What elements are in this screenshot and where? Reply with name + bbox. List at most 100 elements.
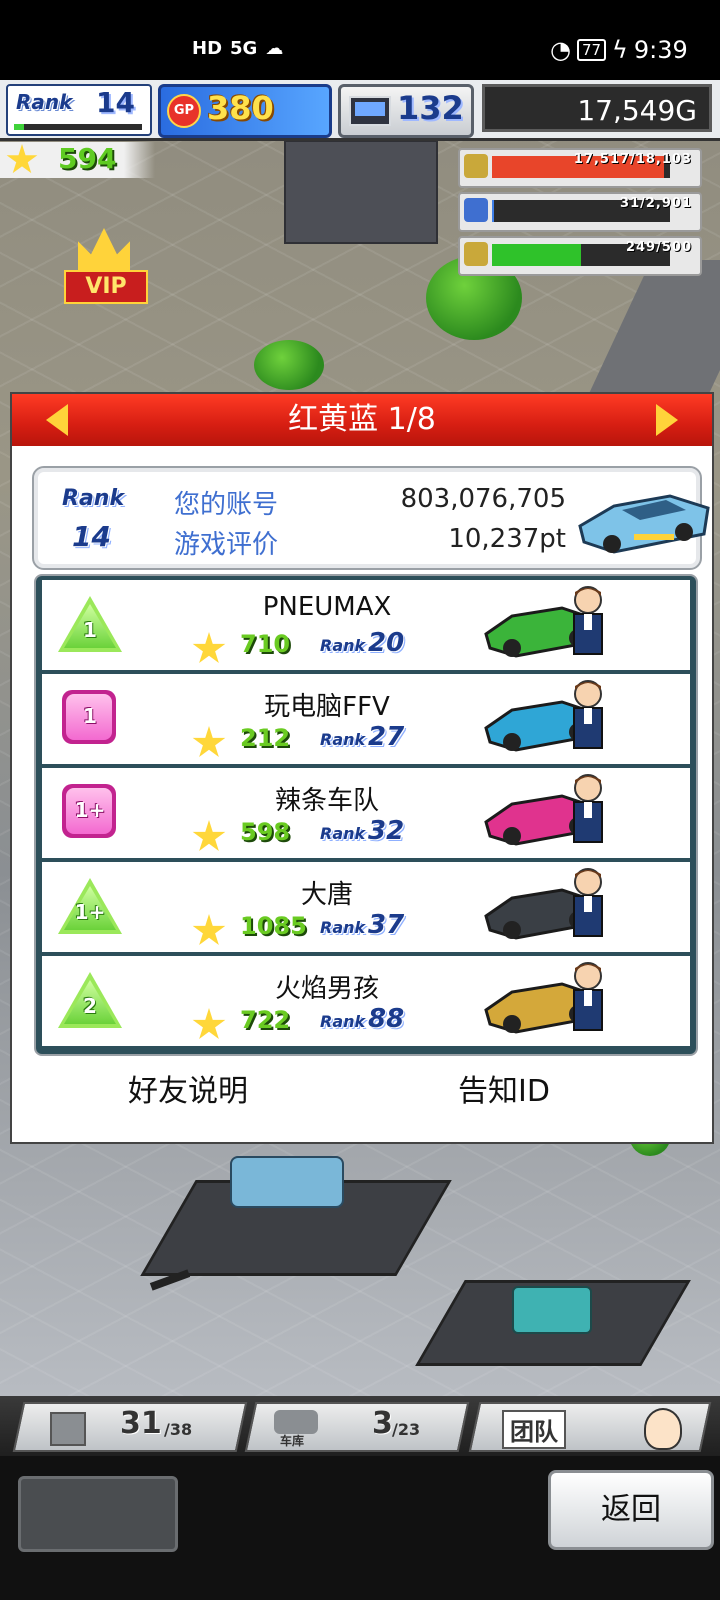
tab-garage-value: 3	[372, 1406, 393, 1441]
gp-value: 380	[207, 89, 274, 127]
rating-label: 游戏评价	[174, 530, 279, 560]
dialog-header: 红黄蓝 1/8	[12, 394, 712, 446]
friend-row[interactable]: 1+ 辣条车队 598 Rank 32	[42, 768, 690, 858]
level-badge-text: 2	[83, 994, 97, 1018]
my-car-icon	[578, 494, 710, 554]
friend-help-button[interactable]: 好友说明	[128, 1066, 248, 1110]
friend-rank-label: Rank	[320, 636, 366, 655]
vip-button[interactable]: VIP	[64, 228, 148, 304]
fuel-text: 31/2,901	[620, 196, 692, 211]
level-badge-text: 1	[83, 618, 97, 642]
rank-progress	[14, 124, 142, 130]
friend-row[interactable]: 1 PNEUMAX 710 Rank 20	[42, 580, 690, 670]
friend-rank-label: Rank	[320, 1012, 366, 1031]
bottom-tab-bar: 31 /38 车库 3 /23 团队	[0, 1396, 720, 1456]
empty-slot[interactable]	[18, 1476, 178, 1552]
bottom-panel: 返回	[0, 1456, 720, 1600]
level-badge-text: 1+	[74, 900, 106, 924]
next-page-arrow-icon[interactable]	[656, 404, 678, 436]
garage-car-icon	[274, 1410, 318, 1434]
signal-icon: 5G	[230, 38, 258, 59]
tab-garage[interactable]: 车库 3 /23	[244, 1402, 470, 1452]
friend-driver-icon	[573, 962, 603, 1031]
kart	[512, 1286, 592, 1334]
resource-fuel: 31/2,901	[458, 192, 702, 232]
speed-icon: ◔	[550, 36, 571, 64]
friend-name: 玩电脑FFV	[264, 692, 390, 722]
friend-driver-icon	[573, 774, 603, 843]
money-display[interactable]: 17,549G	[482, 84, 712, 132]
clock: 9:39	[633, 36, 688, 64]
level-badge-text: 1	[83, 704, 97, 728]
friends-list[interactable]: 1 PNEUMAX 710 Rank 20 1 玩电脑FFV 212 Rank 27 1+ 辣条车队 5…	[34, 574, 698, 1056]
rating-value: 10,237pt	[448, 524, 566, 554]
friend-row[interactable]: 1+ 大唐 1085 Rank 37	[42, 862, 690, 952]
friend-name: 火焰男孩	[274, 974, 379, 1004]
friend-rank-value: 20	[368, 628, 405, 658]
charging-icon: ϟ	[612, 36, 628, 64]
pc-value: 132	[397, 89, 464, 127]
my-rank-value: 14	[72, 520, 111, 553]
gp-counter[interactable]: GP 380	[158, 84, 332, 138]
friend-rank-label: Rank	[320, 824, 366, 843]
gp-icon: GP	[167, 94, 201, 128]
computer-icon	[349, 96, 391, 126]
friend-stars: 722	[240, 1006, 291, 1034]
account-label: 您的账号	[174, 490, 279, 520]
resource-coins: 17,517/18,103	[458, 148, 702, 188]
crate-icon	[50, 1412, 86, 1446]
friend-stars: 598	[240, 818, 291, 846]
star-icon	[192, 820, 226, 851]
notify-id-button[interactable]: 告知ID	[458, 1066, 550, 1110]
dialog-title: 红黄蓝 1/8	[288, 402, 436, 437]
coins-text: 17,517/18,103	[573, 152, 692, 167]
top-hud: Rank 14 GP 380 132 17,549G	[0, 80, 720, 141]
friend-rank-value: 88	[368, 1004, 405, 1034]
friend-row[interactable]: 2 火焰男孩 722 Rank 88	[42, 956, 690, 1046]
star-icon	[192, 914, 226, 945]
friend-row[interactable]: 1 玩电脑FFV 212 Rank 27	[42, 674, 690, 764]
network-indicators: HD 5G ☁	[192, 38, 283, 59]
rank-value: 14	[96, 86, 135, 119]
friend-stars: 1085	[240, 912, 307, 940]
friend-rank-label: Rank	[320, 918, 366, 937]
tab-parts[interactable]: 31 /38	[12, 1402, 248, 1452]
friend-stars: 710	[240, 630, 291, 658]
research-icon	[464, 242, 488, 266]
tab-team[interactable]: 团队	[468, 1402, 712, 1452]
friend-rank-value: 32	[368, 816, 405, 846]
vip-label: VIP	[64, 270, 148, 304]
fuel-icon	[464, 198, 488, 222]
friend-rank-label: Rank	[320, 730, 366, 749]
system-indicators: ◔ 77 ϟ 9:39	[550, 36, 688, 64]
stars-counter: 594	[0, 142, 155, 178]
friend-driver-icon	[573, 868, 603, 937]
rank-label: Rank	[16, 90, 73, 114]
level-badge-text: 1+	[74, 798, 106, 822]
friends-dialog: 红黄蓝 1/8 Rank 14 您的账号 803,076,705 游戏评价 10…	[10, 392, 714, 1144]
building-roof	[284, 140, 438, 244]
friend-name: 大唐	[300, 880, 353, 910]
tab-parts-max: /38	[164, 1420, 193, 1439]
coins-icon	[464, 154, 488, 178]
tab-parts-value: 31	[120, 1406, 162, 1441]
friend-name: 辣条车队	[274, 786, 379, 816]
star-icon	[6, 144, 38, 174]
friend-driver-icon	[573, 680, 603, 749]
stars-value: 594	[58, 142, 117, 175]
resource-research: 249/500	[458, 236, 702, 276]
research-text: 249/500	[625, 240, 692, 255]
pc-counter[interactable]: 132	[338, 84, 474, 138]
previous-page-arrow-icon[interactable]	[46, 404, 68, 436]
wechat-icon: ☁	[265, 38, 284, 59]
account-value: 803,076,705	[400, 484, 566, 514]
player-rank[interactable]: Rank 14	[6, 84, 152, 136]
friend-rank-value: 37	[368, 910, 405, 940]
star-icon	[192, 726, 226, 757]
tree	[254, 340, 324, 390]
friend-stars: 212	[240, 724, 291, 752]
back-button[interactable]: 返回	[548, 1470, 714, 1550]
star-icon	[192, 1008, 226, 1039]
friend-name: PNEUMAX	[262, 592, 392, 622]
tab-team-label: 团队	[502, 1410, 566, 1449]
